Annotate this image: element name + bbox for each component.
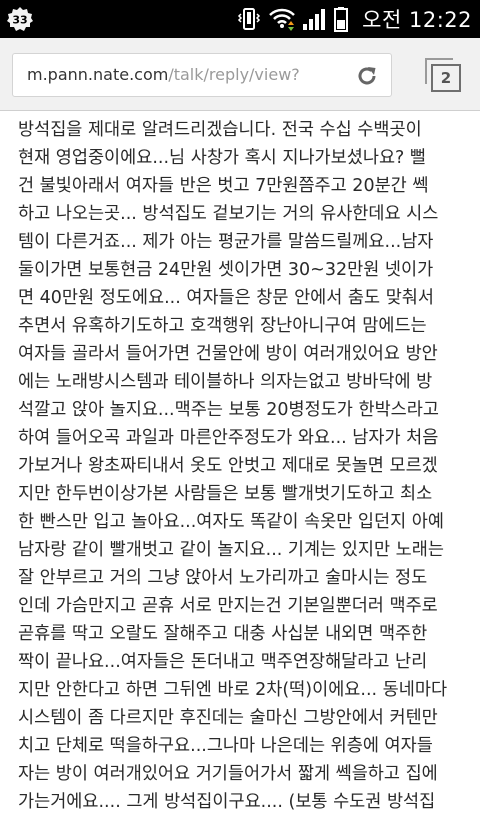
article-line: 곧휴를 딱고 오랄도 잘해주고 대충 사십분 내외면 맥주한	[18, 624, 428, 644]
article-line: 잘 안부르고 거의 그냥 앉아서 노가리까고 술마시는 정도	[18, 568, 428, 588]
article-line: 짝이 끝나요...여자들은 돈더내고 맥주연장해달라고 난리	[18, 652, 428, 672]
article-body: 방석집을 제대로 알려드리겠습니다. 전국 수십 수백곳이현재 영업중이에요..…	[18, 116, 470, 816]
url-path: /talk/reply/view?	[168, 65, 300, 84]
article-line: 가는거에요.... 그게 방석집이구요.... (보통 수도권 방석집	[18, 792, 436, 812]
tab-count: 2	[431, 64, 461, 92]
browser-toolbar: m.pann.nate.com/talk/reply/view? 2	[0, 38, 480, 111]
article-line: 인데 가슴만지고 곧휴 서로 만지는건 기본일뿐더러 맥주로	[18, 596, 438, 616]
article-line: 자는 방이 여러개있어요 거기들어가서 짧게 쎅을하고 집에	[18, 764, 438, 784]
status-icons: 오전 12:22	[230, 0, 472, 38]
notification-badge-icon: 33	[6, 6, 34, 32]
url-host: m.pann.nate.com	[27, 65, 169, 84]
tabs-button[interactable]: 2	[425, 58, 461, 92]
article-line: 석깔고 앉아 놀지요...맥주는 보통 20병정도가 한박스라고	[18, 400, 439, 420]
wifi-icon	[268, 6, 296, 32]
article-line: 둘이가면 보통현금 24만원 셋이가면 30~32만원 넷이가	[18, 260, 434, 280]
status-clock: 오전 12:22	[362, 8, 472, 32]
article-line: 지만 안한다고 하면 그뒤엔 바로 2차(떡)이에요... 동네마다	[18, 680, 448, 700]
article-line: 건 불빛아래서 여자들 반은 벗고 7만원쯤주고 20분간 쎅	[18, 176, 429, 196]
article-line: 하여 들어오곡 과일과 마른안주정도가 와요... 남자가 처음	[18, 428, 439, 448]
status-bar: 33 오전 12:22	[0, 0, 480, 38]
article-line: 지만 한두번이상가본 사람들은 보통 빨개벗기도하고 최소	[18, 484, 433, 504]
article-line: 가보거나 왕초짜티내서 옷도 안벗고 제대로 못놀면 모르겠	[18, 456, 438, 476]
article-line: 여자들 골라서 들어가면 건물안에 방이 여러개있어요 방안	[18, 344, 438, 364]
article-line: 시스템이 좀 다르지만 후진데는 술마신 그방안에서 커텐만	[18, 708, 438, 728]
vibrate-icon	[236, 7, 262, 31]
article-line: 하고 나오는곳... 방석집도 겉보기는 거의 유사한데요 시스	[18, 204, 439, 224]
article-line: 추면서 유혹하기도하고 호객행위 장난아니구여 맘에드는	[18, 316, 427, 336]
battery-icon	[334, 6, 349, 32]
article-line: 한 빤스만 입고 놀아요...여자도 똑같이 속옷만 입던지 아예	[18, 512, 444, 532]
reload-icon[interactable]	[353, 62, 381, 90]
article-line: 에는 노래방시스템과 테이블하나 의자는없고 방바닥에 방	[18, 372, 433, 392]
article-line: 현재 영업중이에요...님 사창가 혹시 지나가보셨나요? 뻘	[18, 148, 426, 168]
signal-icon	[302, 7, 328, 31]
svg-text:33: 33	[12, 14, 27, 27]
article-line: 방석집을 제대로 알려드리겠습니다. 전국 수십 수백곳이	[18, 120, 422, 140]
url-text[interactable]: m.pann.nate.com/talk/reply/view?	[27, 65, 345, 84]
article-line: 템이 다른거죠... 제가 아는 평균가를 말씀드릴께요...남자	[18, 232, 434, 252]
article-line: 남자랑 같이 빨개벗고 같이 놀지요... 기계는 있지만 노래는	[18, 540, 444, 560]
url-bar[interactable]: m.pann.nate.com/talk/reply/view?	[12, 53, 392, 97]
article-line: 면 40만원 정도에요... 여자들은 창문 안에서 춤도 맞춰서	[18, 288, 434, 308]
article-line: 치고 단체로 떡을하구요...그나마 나은데는 위층에 여자들	[18, 736, 433, 756]
